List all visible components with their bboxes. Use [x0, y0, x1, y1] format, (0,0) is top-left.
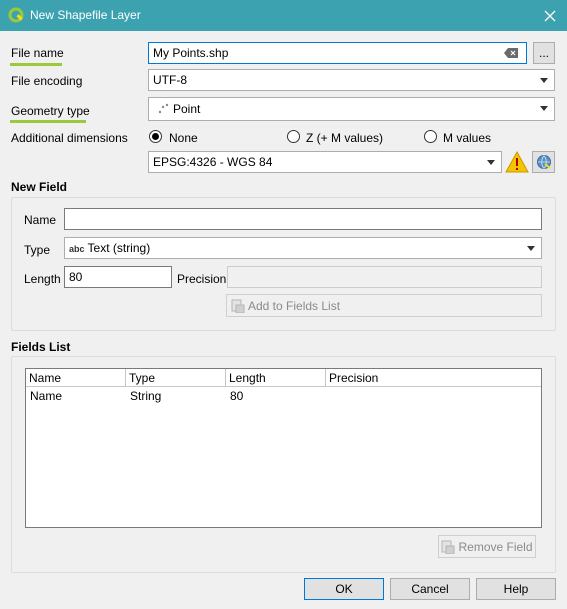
file-name-label: File name [11, 46, 64, 60]
remove-field-icon [441, 540, 455, 554]
help-button[interactable]: Help [476, 578, 556, 600]
chevron-down-icon [540, 106, 548, 111]
cell-precision [326, 387, 334, 391]
chevron-down-icon [527, 246, 535, 251]
column-header-length[interactable]: Length [226, 369, 326, 387]
dimension-m-radio[interactable] [424, 130, 437, 143]
add-to-fields-list-button[interactable]: Add to Fields List [226, 294, 542, 317]
qgis-logo-icon [8, 7, 24, 23]
cancel-button[interactable]: Cancel [390, 578, 470, 600]
file-encoding-combo[interactable]: UTF-8 [148, 69, 555, 91]
file-name-underline [10, 63, 62, 66]
cell-name: Name [30, 389, 63, 403]
fields-table[interactable]: Name Type Length Precision Name String 8… [25, 368, 542, 528]
length-value: 80 [69, 270, 83, 284]
clear-icon[interactable] [504, 48, 518, 58]
crs-value: EPSG:4326 - WGS 84 [153, 155, 273, 169]
chevron-down-icon [487, 160, 495, 165]
point-geometry-icon [158, 103, 169, 114]
browse-button[interactable]: ... [533, 42, 555, 64]
file-name-value: My Points.shp [153, 46, 229, 60]
file-encoding-label: File encoding [11, 74, 83, 88]
table-row[interactable]: Name String 80 [26, 387, 541, 405]
add-to-fields-list-label: Add to Fields List [248, 298, 341, 313]
column-header-precision[interactable]: Precision [326, 369, 541, 387]
geometry-type-value: Point [173, 102, 201, 116]
crs-combo[interactable]: EPSG:4326 - WGS 84 [148, 151, 502, 173]
text-type-icon: abc [69, 244, 85, 254]
remove-field-label: Remove Field [458, 539, 533, 554]
field-name-input[interactable] [64, 208, 542, 230]
cell-length: 80 [230, 389, 244, 403]
select-crs-button[interactable] [532, 151, 555, 173]
dimension-none-radio[interactable] [149, 130, 162, 143]
precision-input[interactable] [227, 266, 542, 288]
close-icon[interactable] [540, 6, 560, 26]
cell-type: String [130, 389, 162, 403]
globe-icon [536, 155, 551, 169]
add-field-icon [231, 299, 245, 313]
precision-label: Precision [177, 272, 227, 286]
remove-field-button[interactable]: Remove Field [438, 535, 536, 558]
dimension-m-label: M values [443, 131, 492, 145]
new-field-title: New Field [11, 180, 68, 194]
dimension-zm-label: Z (+ M values) [306, 131, 384, 145]
dimension-none-label: None [169, 131, 198, 145]
length-input[interactable]: 80 [64, 266, 172, 288]
warning-icon [505, 151, 529, 173]
file-name-input[interactable]: My Points.shp [148, 42, 527, 64]
field-name-label: Name [24, 213, 57, 227]
title-bar: New Shapefile Layer [0, 0, 567, 31]
chevron-down-icon [540, 78, 548, 83]
column-header-type[interactable]: Type [126, 369, 226, 387]
column-header-name[interactable]: Name [26, 369, 126, 387]
field-type-label: Type [24, 243, 51, 257]
dimension-zm-radio[interactable] [287, 130, 300, 143]
field-type-combo[interactable]: abc Text (string) [64, 237, 542, 259]
fields-list-title: Fields List [11, 340, 71, 354]
field-type-value: Text (string) [87, 241, 151, 255]
ok-button[interactable]: OK [304, 578, 384, 600]
geometry-type-combo[interactable]: Point [148, 97, 555, 121]
length-label: Length [24, 272, 61, 286]
geometry-type-underline [10, 120, 86, 123]
geometry-type-label: Geometry type [11, 104, 90, 118]
window-title: New Shapefile Layer [30, 8, 141, 22]
additional-dimensions-label: Additional dimensions [11, 131, 128, 145]
file-encoding-value: UTF-8 [153, 73, 187, 87]
